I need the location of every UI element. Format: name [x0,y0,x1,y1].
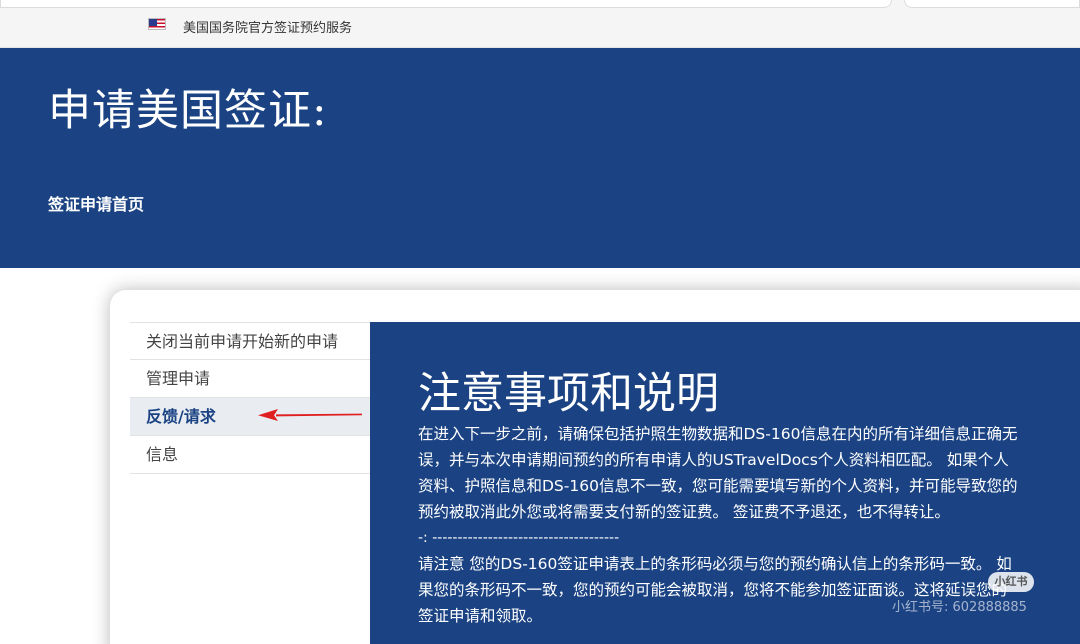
us-flag-icon [148,18,166,30]
tab-strip-edge [0,0,892,8]
sidebar-item-manage-application[interactable]: 管理申请 [130,360,370,398]
notice-paragraph: 请注意 您的DS-160签证申请表上的条形码必须与您的预约确认信上的条形码一致。… [418,555,1012,625]
hero-banner: 申请美国签证: 签证申请首页 [0,48,1080,268]
site-name: 美国国务院官方签证预约服务 [183,21,353,36]
red-arrow-icon [258,409,362,421]
content-card: 关闭当前申请开始新的申请 管理申请 反馈/请求 信息 注意事项和说明 在进入下一… [110,290,1080,644]
notice-paragraph: 在进入下一步之前，请确保包括护照生物数据和DS-160信息在内的所有详细信息正确… [418,425,1018,521]
tab-strip-edge [904,0,1080,8]
watermark-badge: 小红书 [988,572,1034,592]
breadcrumb: 签证申请首页 [48,195,145,214]
notice-title: 注意事项和说明 [418,369,719,419]
sidebar-item-information[interactable]: 信息 [130,436,370,474]
sidebar-menu: 关闭当前申请开始新的申请 管理申请 反馈/请求 信息 [130,322,370,474]
browser-top-bar: 美国国务院官方签证预约服务 [0,0,1080,48]
page-title: 申请美国签证: [48,86,328,136]
divider-text: -: ------------------------------------- [418,530,620,546]
sidebar-item-new-application[interactable]: 关闭当前申请开始新的申请 [130,322,370,360]
watermark-id: 小红书号: 602888885 [892,600,1027,615]
